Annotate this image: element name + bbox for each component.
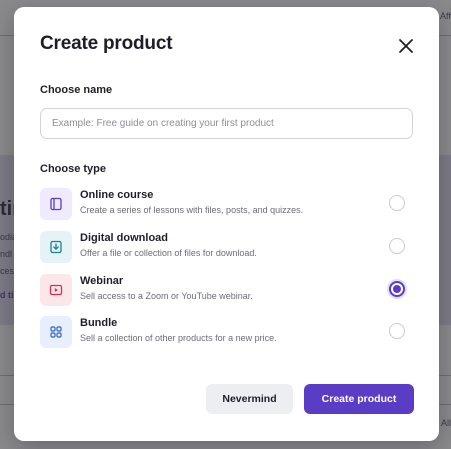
type-option-online-course[interactable]: Online course Create a series of lessons… [40,186,414,222]
type-option-name: Online course [80,189,154,201]
background-link-fragment: d ti [0,290,14,300]
bundle-icon [40,316,72,348]
course-icon [40,188,72,220]
type-option-name: Webinar [80,275,124,287]
type-option-description: Offer a file or collection of files for … [80,248,257,258]
type-option-bundle[interactable]: Bundle Sell a collection of other produc… [40,314,414,350]
type-option-description: Sell a collection of other products for … [80,333,277,343]
nevermind-button[interactable]: Nevermind [206,384,293,414]
type-radio[interactable] [389,323,405,339]
download-icon [40,231,72,263]
type-option-description: Create a series of lessons with files, p… [80,205,304,215]
product-name-input[interactable] [40,108,413,139]
type-section-label: Choose type [40,163,107,175]
type-option-webinar[interactable]: Webinar Sell access to a Zoom or YouTube… [40,272,414,308]
modal-title: Create product [40,33,173,54]
close-button[interactable] [396,36,416,56]
background-text-fragment: ndl [0,249,13,259]
background-text-fragment: ces [0,266,15,276]
create-product-button[interactable]: Create product [304,384,414,414]
close-icon [399,39,413,53]
type-option-name: Digital download [80,232,168,244]
video-icon [40,274,72,306]
create-product-modal: Create product Choose name Choose type O… [14,7,439,441]
type-radio[interactable] [389,195,405,211]
name-section-label: Choose name [40,84,113,96]
type-option-digital-download[interactable]: Digital download Offer a file or collect… [40,229,414,265]
background-nav-fragment: Affilia [440,11,451,21]
type-radio-selected[interactable] [389,281,405,297]
type-option-description: Sell access to a Zoom or YouTube webinar… [80,291,253,301]
type-radio[interactable] [389,238,405,254]
background-fragment: All p [441,418,451,428]
type-option-name: Bundle [80,317,118,329]
